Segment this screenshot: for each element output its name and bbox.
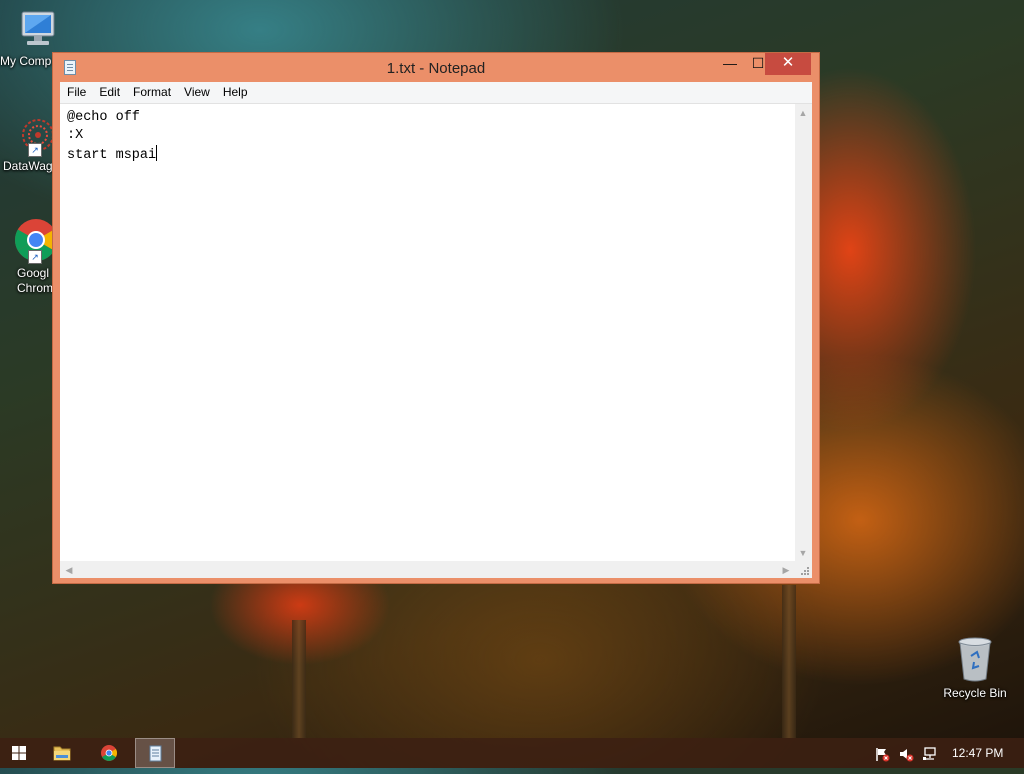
text-line: start mspai: [67, 148, 157, 163]
title-bar[interactable]: 1.txt - Notepad — ☐ ✕: [53, 53, 819, 83]
resize-grip-icon[interactable]: [795, 561, 812, 578]
notepad-client-area: File Edit Format View Help @echo off :X start …: [60, 82, 812, 578]
menu-edit[interactable]: Edit: [92, 82, 126, 100]
volume-muted-icon[interactable]: [898, 746, 914, 765]
recycle-bin-icon: [957, 636, 993, 682]
notepad-window[interactable]: 1.txt - Notepad — ☐ ✕ File Edit Format View…: [52, 52, 820, 584]
window-title: 1.txt - Notepad: [386, 60, 486, 77]
text-editor[interactable]: @echo off :X start mspai: [60, 104, 795, 562]
taskbar: 12:47 PM: [0, 738, 1024, 768]
close-button[interactable]: ✕: [765, 53, 811, 75]
action-center-flag-icon[interactable]: [874, 746, 890, 765]
scroll-up-arrow-icon[interactable]: ▲: [797, 108, 809, 118]
menu-help[interactable]: Help: [216, 82, 254, 100]
network-icon[interactable]: [922, 746, 938, 765]
vertical-scrollbar[interactable]: ▲ ▼: [795, 104, 812, 562]
scroll-left-arrow-icon[interactable]: ◀: [63, 565, 75, 575]
wallpaper-flower-stem: [292, 620, 306, 738]
desktop-icon-recycle-bin[interactable]: Recycle Bin: [939, 636, 1011, 701]
taskbar-file-explorer[interactable]: [42, 738, 82, 768]
minimize-button[interactable]: —: [715, 53, 745, 75]
file-explorer-icon: [53, 746, 71, 761]
text-line: :X: [67, 128, 84, 143]
scroll-right-arrow-icon[interactable]: ▶: [780, 565, 792, 575]
computer-icon: [16, 10, 60, 50]
menu-bar: File Edit Format View Help: [60, 82, 812, 104]
menu-view[interactable]: View: [177, 82, 216, 100]
taskbar-notepad[interactable]: [135, 738, 175, 768]
horizontal-scrollbar[interactable]: ◀ ▶: [60, 561, 795, 578]
notepad-icon: [149, 745, 162, 762]
taskbar-clock[interactable]: 12:47 PM: [952, 746, 1003, 760]
scroll-down-arrow-icon[interactable]: ▼: [797, 548, 809, 558]
text-caret: [156, 145, 158, 161]
start-button[interactable]: [0, 738, 40, 768]
windows-start-icon: [12, 746, 26, 760]
taskbar-chrome[interactable]: [89, 738, 129, 768]
menu-format[interactable]: Format: [126, 82, 177, 100]
desktop-icon-label: Recycle Bin: [943, 686, 1007, 700]
shortcut-arrow-icon: ↗: [28, 143, 42, 157]
shortcut-arrow-icon: ↗: [28, 250, 42, 264]
text-line: @echo off: [67, 110, 140, 125]
chrome-icon: [101, 745, 117, 761]
wallpaper-flower-stem: [782, 585, 796, 738]
menu-file[interactable]: File: [60, 82, 92, 100]
text-line-current: start mspai: [67, 145, 795, 165]
